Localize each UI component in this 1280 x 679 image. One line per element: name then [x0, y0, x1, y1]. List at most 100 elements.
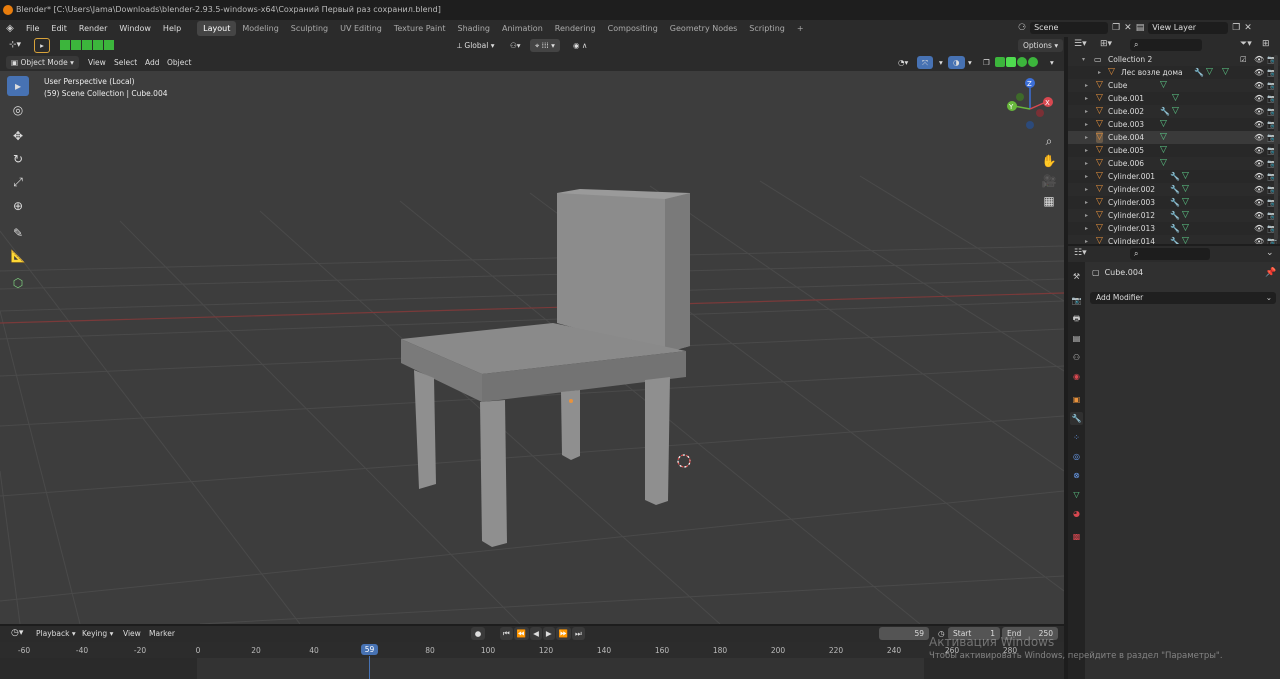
snap-toggle[interactable]: ⌖ ⁞⁞⁞ ▾ — [530, 39, 560, 52]
pan-hand-icon[interactable]: ✋ — [1039, 151, 1059, 171]
tab-texture-paint[interactable]: Texture Paint — [388, 21, 452, 36]
tab-shading[interactable]: Shading — [451, 21, 496, 36]
rendered-shading-icon[interactable] — [1028, 57, 1038, 67]
eye-icon[interactable]: 👁 — [1254, 170, 1264, 183]
proportional-edit-toggle[interactable]: ◉ ∧ — [568, 39, 592, 52]
menu-edit[interactable]: Edit — [45, 20, 73, 37]
view-layer-icon[interactable]: ▤ — [1136, 23, 1145, 33]
jump-start-button[interactable]: ⏮ — [500, 627, 513, 640]
3d-viewport[interactable]: Z X Y User Perspective (Local) (59) Scen… — [0, 71, 1064, 624]
outliner-row[interactable]: ▸ ▽ Cube.001 ▽ 👁 📷 — [1068, 92, 1280, 105]
viewport-menu-select[interactable]: Select — [109, 56, 142, 69]
outliner-row-selected[interactable]: ▸ ▽ Cube.004 ▽ 👁 📷 — [1068, 131, 1280, 144]
xray-toggle[interactable]: ❐ — [978, 56, 995, 69]
measure-tool-icon[interactable]: 📐 — [7, 246, 29, 266]
gizmo-neg-x-icon[interactable] — [1036, 109, 1044, 117]
editor-type-icon[interactable]: ⊹▾ — [4, 39, 26, 52]
playhead-handle[interactable]: 59 — [361, 644, 378, 655]
tab-compositing[interactable]: Compositing — [602, 21, 664, 36]
chair-backrest-side[interactable] — [665, 193, 690, 353]
gizmo-toggle[interactable]: ⤧ — [917, 56, 933, 69]
cursor-tool-icon[interactable]: ◎ — [7, 100, 29, 120]
pin-icon[interactable]: 📌 — [1265, 268, 1276, 278]
viewport-scene[interactable]: Z X Y — [0, 71, 1064, 624]
navigation-gizmo[interactable]: Z X Y — [1007, 78, 1053, 129]
select-box-tool-icon[interactable]: ▸ — [34, 38, 50, 53]
viewport-menu-object[interactable]: Object — [162, 56, 196, 69]
add-modifier-dropdown[interactable]: Add Modifier ⌄ — [1090, 292, 1276, 304]
scene-selector[interactable]: Scene — [1030, 22, 1109, 34]
menu-help[interactable]: Help — [157, 20, 187, 37]
outliner-search-input[interactable]: ⌕ — [1130, 39, 1202, 51]
eye-icon[interactable]: 👁 — [1254, 183, 1264, 196]
scale-tool-icon[interactable]: ⤢ — [7, 172, 29, 192]
material-tab-icon[interactable]: ◕ — [1070, 507, 1083, 520]
select-subtract-icon[interactable] — [82, 40, 92, 50]
tab-rendering[interactable]: Rendering — [549, 21, 602, 36]
scene-copy-icon[interactable]: ❐ — [1112, 23, 1120, 33]
eye-icon[interactable]: 👁 — [1254, 144, 1264, 157]
gizmo-dropdown[interactable]: ▾ — [934, 56, 948, 69]
eye-icon[interactable]: 👁 — [1254, 118, 1264, 131]
outliner-collection-row[interactable]: ▾ ▭ Collection 2 ☑ 👁 📷 — [1068, 53, 1280, 66]
filter-icon[interactable]: ⏷▾ — [1240, 39, 1252, 49]
new-collection-icon[interactable]: ⊞ — [1262, 39, 1270, 49]
scene-close-icon[interactable]: ✕ — [1124, 23, 1132, 33]
viewport-menu-add[interactable]: Add — [140, 56, 165, 69]
eye-icon[interactable]: 👁 — [1254, 79, 1264, 92]
view-layer-copy-icon[interactable]: ❐ — [1232, 23, 1240, 33]
transform-orientation-dropdown[interactable]: ⟂ Global ▾ — [452, 39, 499, 52]
visibility-dropdown[interactable]: ◔▾ — [893, 56, 913, 69]
tool-tab-icon[interactable]: ⚒ — [1070, 270, 1083, 283]
view-layer-close-icon[interactable]: ✕ — [1244, 23, 1252, 33]
physics-tab-icon[interactable]: ◎ — [1070, 450, 1083, 463]
constraints-tab-icon[interactable]: ⊗ — [1070, 469, 1083, 482]
data-tab-icon[interactable]: ▽ — [1070, 488, 1083, 501]
transform-tool-icon[interactable]: ⊕ — [7, 196, 29, 216]
record-button[interactable]: ● — [471, 627, 485, 640]
collection-checkbox[interactable]: ☑ — [1240, 53, 1247, 66]
properties-options-icon[interactable]: ⌄ — [1266, 248, 1274, 258]
next-keyframe-button[interactable]: ⏩ — [555, 627, 571, 640]
timeline-view-menu[interactable]: View — [118, 627, 146, 640]
blender-menu-icon[interactable]: ◈ — [0, 23, 20, 34]
object-mode-dropdown[interactable]: ▣ Object Mode ▾ — [6, 56, 79, 69]
outliner-row[interactable]: ▸ ▽ Cylinder.012 🔧 ▽ 👁 📷 — [1068, 209, 1280, 222]
perspective-toggle-icon[interactable]: ▦ — [1039, 191, 1059, 211]
eye-icon[interactable]: 👁 — [1254, 209, 1264, 222]
render-tab-icon[interactable]: 📷 — [1070, 294, 1083, 307]
eye-icon[interactable]: 👁 — [1254, 53, 1264, 66]
eye-icon[interactable]: 👁 — [1254, 222, 1264, 235]
eye-icon[interactable]: 👁 — [1254, 157, 1264, 170]
tab-sculpting[interactable]: Sculpting — [285, 21, 334, 36]
eye-icon[interactable]: 👁 — [1254, 196, 1264, 209]
shading-mode-buttons[interactable] — [995, 57, 1038, 67]
eye-icon[interactable]: 👁 — [1254, 92, 1264, 105]
menu-file[interactable]: File — [20, 20, 45, 37]
chair-leg-back-right[interactable] — [645, 377, 670, 505]
outliner-row[interactable]: ▸ ▽ Cylinder.014 🔧 ▽ 👁 📷 — [1068, 235, 1280, 244]
eye-icon[interactable]: 👁 — [1254, 105, 1264, 118]
output-tab-icon[interactable]: 🖶 — [1070, 313, 1083, 326]
select-extend-icon[interactable] — [71, 40, 81, 50]
rotate-tool-icon[interactable]: ↻ — [7, 149, 29, 169]
add-cube-tool-icon[interactable]: ⬡ — [7, 273, 29, 293]
menu-render[interactable]: Render — [73, 20, 113, 37]
select-new-icon[interactable] — [60, 40, 70, 50]
properties-editor-icon[interactable]: ☷▾ — [1074, 248, 1087, 258]
timeline-ruler[interactable] — [0, 642, 1064, 658]
playback-menu[interactable]: Playback ▾ — [31, 627, 81, 640]
world-tab-icon[interactable]: ◉ — [1070, 370, 1083, 383]
outliner-editor-icon[interactable]: ☰▾ — [1074, 39, 1087, 49]
scene-tab-icon[interactable]: ⚇ — [1070, 351, 1083, 364]
modifier-tab-icon[interactable]: 🔧 — [1070, 412, 1083, 425]
options-dropdown[interactable]: Options ▾ — [1018, 39, 1064, 52]
outliner-row[interactable]: ▸ ▽ Cylinder.001 🔧 ▽ 👁 📷 — [1068, 170, 1280, 183]
chair-leg-front-right[interactable] — [480, 400, 507, 547]
overlay-dropdown[interactable]: ▾ — [963, 56, 977, 69]
texture-tab-icon[interactable]: ▩ — [1070, 530, 1083, 543]
object-tab-icon[interactable]: ▣ — [1070, 393, 1083, 406]
outliner-row[interactable]: ▸ ▽ Cylinder.002 🔧 ▽ 👁 📷 — [1068, 183, 1280, 196]
gizmo-neg-y-icon[interactable] — [1016, 93, 1024, 101]
move-tool-icon[interactable]: ✥ — [7, 126, 29, 146]
